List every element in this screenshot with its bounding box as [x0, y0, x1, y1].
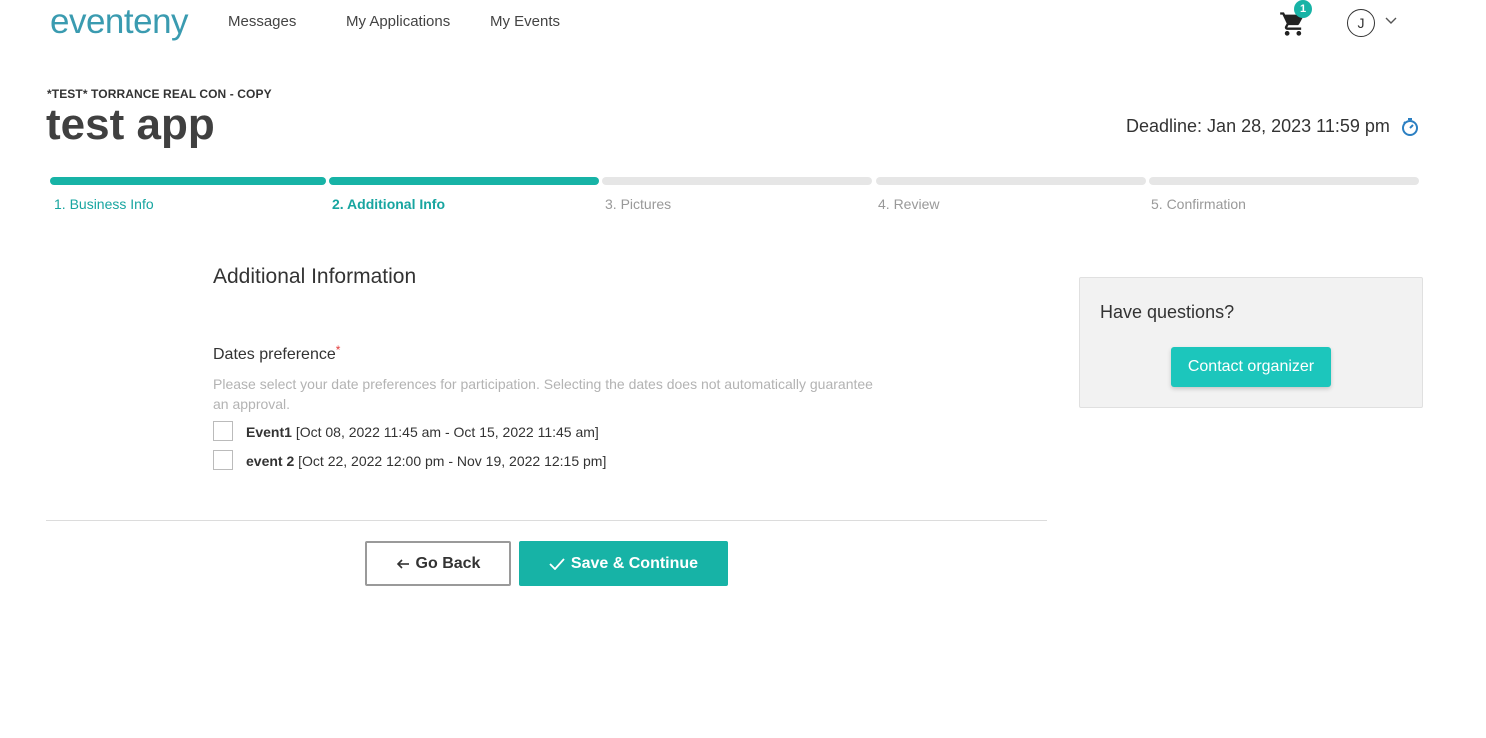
field-label-text: Dates preference [213, 346, 336, 363]
required-mark: * [335, 343, 341, 357]
nav-my-applications[interactable]: My Applications [346, 13, 450, 30]
questions-panel: Have questions? Contact organizer [1079, 277, 1423, 408]
field-help-text: Please select your date preferences for … [213, 376, 873, 412]
panel-title: Have questions? [1100, 302, 1235, 322]
step-bar-review [876, 177, 1146, 185]
event1-dates: [Oct 08, 2022 11:45 am - Oct 15, 2022 11… [295, 424, 599, 440]
timer-icon [1402, 118, 1418, 136]
checkmark-icon [549, 557, 565, 570]
event2-checkbox[interactable] [213, 450, 233, 470]
eventeny-logo[interactable]: eventeny [50, 2, 189, 42]
event-name: *TEST* TORRANCE REAL CON - COPY [47, 87, 272, 101]
deadline-text: Deadline: Jan 28, 2023 11:59 pm [1126, 116, 1390, 136]
step-additional-info[interactable]: 2. Additional Info [332, 196, 445, 212]
go-back-label: Go Back [415, 554, 481, 572]
arrow-left-icon [396, 558, 409, 569]
contact-organizer-button[interactable]: Contact organizer [1171, 347, 1331, 387]
step-pictures: 3. Pictures [605, 196, 672, 212]
step-review: 4. Review [878, 196, 940, 212]
go-back-button[interactable]: Go Back [365, 541, 511, 586]
step-business-info[interactable]: 1. Business Info [54, 196, 154, 212]
event1-option-label: Event1 [Oct 08, 2022 11:45 am - Oct 15, … [246, 424, 599, 440]
step-bar-confirmation [1149, 177, 1419, 185]
event2-option-label: event 2 [Oct 22, 2022 12:00 pm - Nov 19,… [246, 453, 606, 469]
nav-my-events[interactable]: My Events [490, 13, 560, 30]
section-title: Additional Information [213, 265, 417, 288]
form-divider [46, 520, 1047, 521]
save-continue-label: Save & Continue [570, 554, 699, 572]
chevron-down-icon[interactable] [1384, 15, 1398, 25]
nav-messages[interactable]: Messages [228, 13, 296, 30]
cart-count-badge: 1 [1294, 0, 1312, 18]
event1-name: Event1 [246, 424, 292, 440]
save-continue-button[interactable]: Save & Continue [519, 541, 728, 586]
event1-checkbox[interactable] [213, 421, 233, 441]
page-title: test app [46, 100, 215, 149]
event2-name: event 2 [246, 453, 295, 469]
step-bar-business-info [50, 177, 326, 185]
step-bar-additional-info [329, 177, 599, 185]
step-confirmation: 5. Confirmation [1151, 196, 1246, 212]
event2-dates: [Oct 22, 2022 12:00 pm - Nov 19, 2022 12… [298, 453, 607, 469]
dates-preference-label: Dates preference* [213, 343, 341, 364]
step-bar-pictures [602, 177, 872, 185]
user-avatar[interactable]: J [1347, 9, 1375, 37]
